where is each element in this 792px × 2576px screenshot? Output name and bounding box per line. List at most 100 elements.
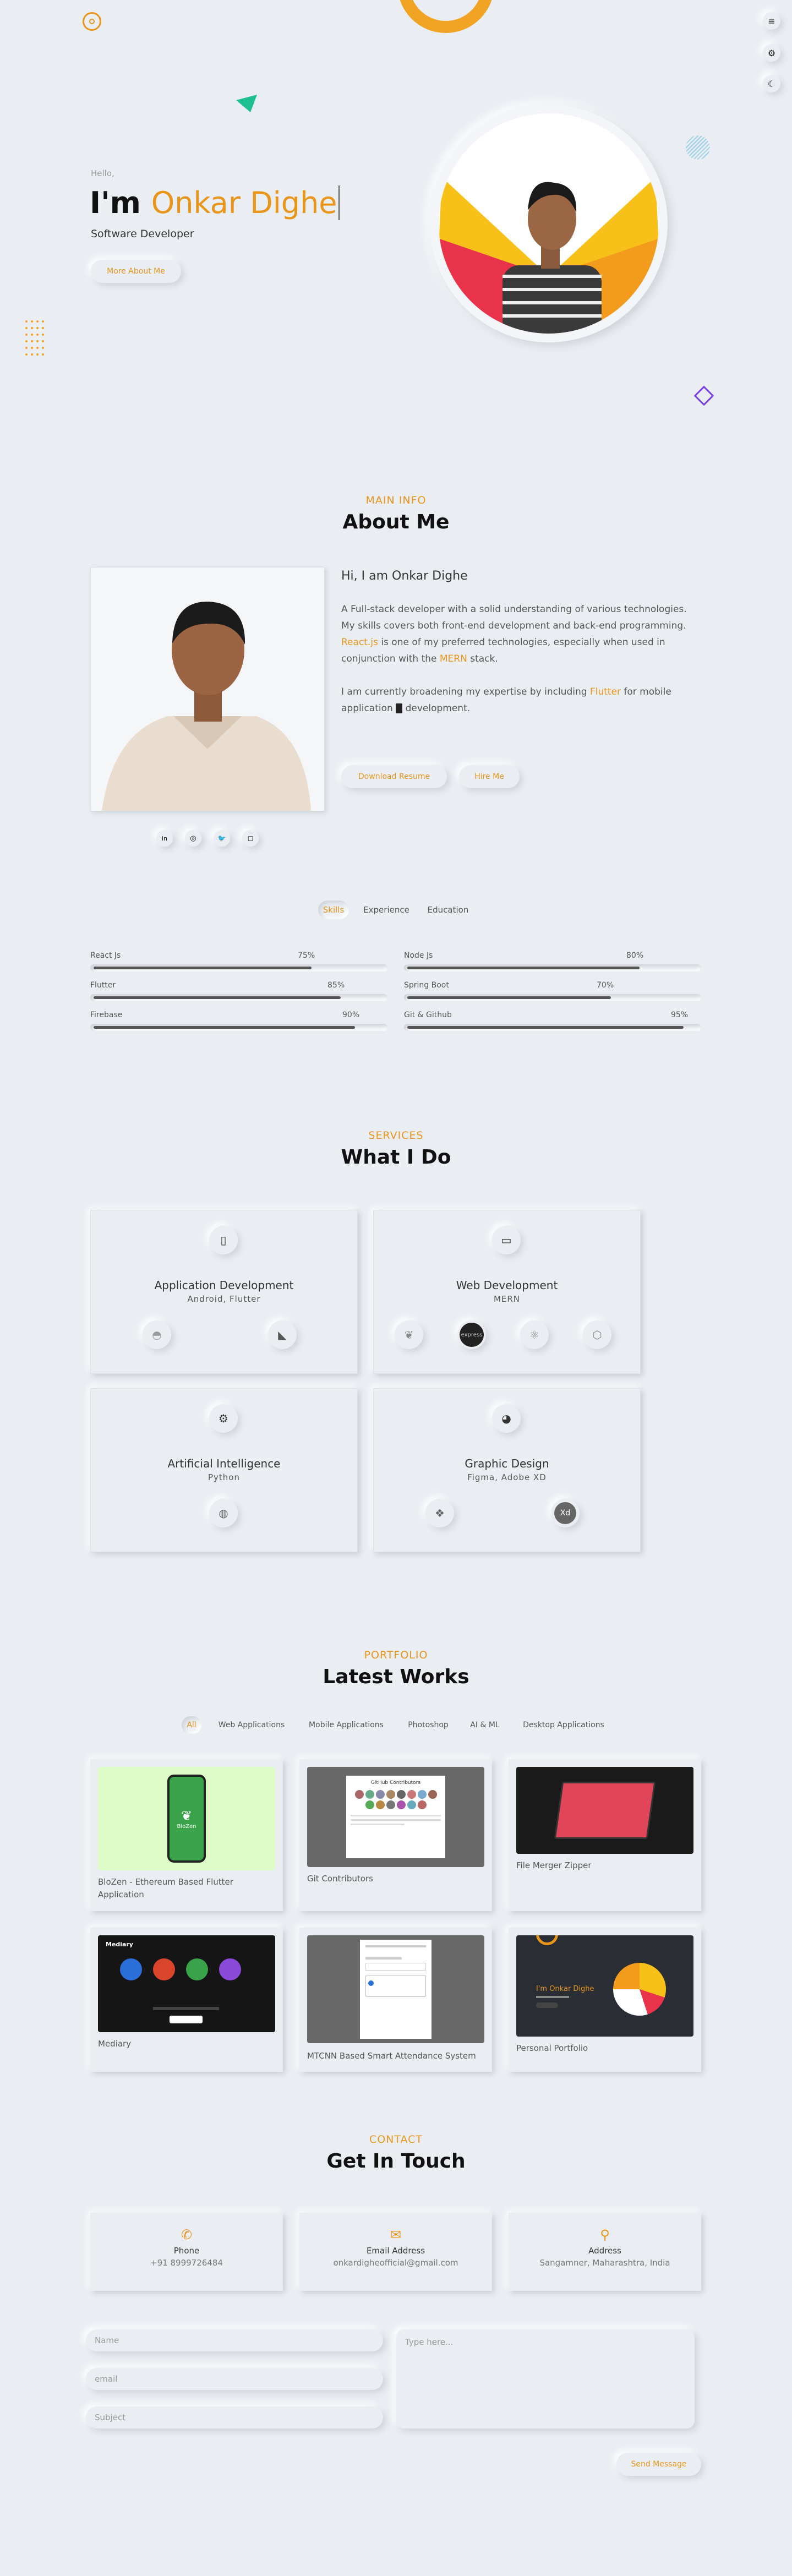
- skill-name: Spring Boot: [404, 981, 449, 990]
- twitter-button[interactable]: 🐦: [214, 830, 230, 847]
- skill-bar-fill: [407, 1026, 684, 1029]
- striped-circle-decoration: [686, 135, 710, 160]
- palette-icon: ◕: [492, 1404, 521, 1433]
- phone-icon: ✆: [181, 2227, 193, 2242]
- service-subtitle: Android, Flutter: [187, 1294, 261, 1304]
- work-card[interactable]: MTCNN Based Smart Attendance System: [299, 1928, 492, 2072]
- service-subtitle: Python: [208, 1472, 240, 1482]
- services-title: What I Do: [341, 1146, 451, 1169]
- skill-name: Node Js: [404, 951, 433, 960]
- tab-education[interactable]: Education: [419, 900, 477, 919]
- about-p4: I am currently broadening my expertise b…: [341, 686, 671, 714]
- work-card[interactable]: ❦ BloZen BloZen - Ethereum Based Flutter …: [90, 1759, 283, 1911]
- email-field[interactable]: email: [86, 2368, 383, 2390]
- portfolio-subtitle: PORTFOLIO: [364, 1649, 428, 1661]
- instagram-button[interactable]: ◻: [242, 830, 259, 847]
- skill-bar: [404, 964, 701, 972]
- services-subtitle: SERVICES: [368, 1129, 424, 1142]
- work-card[interactable]: I'm Onkar Dighe Personal Portfolio: [509, 1928, 701, 2072]
- work-title: MTCNN Based Smart Attendance System: [307, 2051, 476, 2061]
- hero-hello: Hello,: [91, 168, 114, 178]
- location-icon: ⚲: [600, 2227, 610, 2242]
- gear-icon: ⚙: [767, 47, 776, 58]
- service-title: Artificial Intelligence: [167, 1457, 281, 1470]
- skill-bar: [404, 994, 701, 1001]
- menu-button[interactable]: ≡: [763, 12, 780, 30]
- hire-me-button[interactable]: Hire Me: [459, 765, 520, 788]
- work-title: File Merger Zipper: [516, 1860, 592, 1870]
- theme-toggle-button[interactable]: ☾: [763, 75, 780, 92]
- hero-name: Onkar Dighe: [151, 185, 337, 220]
- service-card-web: ▭ Web Development MERN ❦ express ⚛ ⬡: [373, 1210, 641, 1374]
- filter-web[interactable]: Web Applications: [211, 1716, 292, 1734]
- triangle-decoration: [236, 95, 257, 112]
- tab-skills[interactable]: Skills: [318, 900, 349, 919]
- work-title: Personal Portfolio: [516, 2043, 588, 2053]
- top-ring-decoration: [397, 0, 494, 33]
- skill-percent: 75%: [298, 951, 315, 960]
- tab-experience[interactable]: Experience: [358, 900, 415, 919]
- linkedin-button[interactable]: in: [156, 830, 173, 847]
- skill-percent: 95%: [671, 1011, 689, 1019]
- work-card[interactable]: GitHub Contributors Git Contributors: [299, 1759, 492, 1911]
- name-field[interactable]: Name: [86, 2329, 383, 2351]
- logo-ring[interactable]: [83, 12, 101, 31]
- xd-icon: Xd: [551, 1499, 580, 1527]
- work-card[interactable]: File Merger Zipper: [509, 1759, 701, 1911]
- work-thumbnail: ❦ BloZen: [98, 1767, 275, 1870]
- work-thumbnail: [307, 1935, 484, 2043]
- contact-email: ✉ Email Address onkardigheofficial@gmail…: [299, 2213, 492, 2291]
- settings-button[interactable]: ⚙: [763, 44, 780, 62]
- more-about-me-button[interactable]: More About Me: [91, 260, 181, 283]
- skill-name: Git & Github: [404, 1011, 452, 1019]
- subject-field[interactable]: Subject: [86, 2406, 383, 2428]
- github-button[interactable]: ◎: [185, 830, 201, 847]
- mobile-icon: ▯: [209, 1226, 238, 1254]
- service-subtitle: Figma, Adobe XD: [467, 1472, 547, 1482]
- skill-bar-fill: [94, 996, 341, 999]
- work-title: Mediary: [98, 2039, 132, 2049]
- about-subtitle: MAIN INFO: [365, 494, 427, 506]
- send-message-button[interactable]: Send Message: [616, 2453, 701, 2476]
- download-resume-button[interactable]: Download Resume: [341, 765, 447, 788]
- instagram-icon: ◻: [247, 834, 254, 843]
- portfolio-title: Latest Works: [323, 1666, 469, 1688]
- skill-percent: 85%: [327, 981, 345, 990]
- about-title: About Me: [342, 511, 450, 533]
- dots-decoration: [25, 320, 44, 356]
- contact-phone: ✆ Phone +91 8999726484: [90, 2213, 283, 2291]
- phone-glyph-icon: [396, 703, 403, 713]
- work-title: Git Contributors: [307, 1874, 373, 1884]
- work-thumbnail: [516, 1767, 693, 1854]
- skill-bar: [90, 964, 387, 972]
- skill-bar: [90, 1024, 387, 1031]
- work-thumbnail: I'm Onkar Dighe: [516, 1935, 693, 2037]
- linkedin-icon: in: [161, 834, 168, 842]
- menu-icon: ≡: [768, 15, 775, 26]
- service-title: Application Development: [154, 1279, 294, 1292]
- hero-heading: I'm Onkar Dighe: [90, 184, 340, 222]
- filter-mobile[interactable]: Mobile Applications: [301, 1716, 392, 1734]
- work-card[interactable]: Mediary Mediary: [90, 1928, 283, 2072]
- filter-all[interactable]: All: [182, 1716, 201, 1734]
- skill-name: Firebase: [90, 1011, 123, 1019]
- about-bio: A Full-stack developer with a solid unde…: [341, 601, 700, 717]
- message-field[interactable]: Type here...: [396, 2329, 695, 2428]
- service-subtitle: MERN: [493, 1294, 521, 1304]
- service-card-design: ◕ Graphic Design Figma, Adobe XD ❖ Xd: [373, 1388, 641, 1552]
- figma-icon: ❖: [425, 1499, 454, 1527]
- filter-photoshop[interactable]: Photoshop: [401, 1716, 456, 1734]
- about-p2: My skills covers both front-end developm…: [341, 620, 686, 631]
- about-photo: [90, 567, 325, 811]
- github-icon: ◎: [190, 834, 196, 843]
- service-title: Graphic Design: [465, 1457, 549, 1470]
- filter-desktop[interactable]: Desktop Applications: [514, 1716, 613, 1734]
- filter-ai-ml[interactable]: AI & ML: [463, 1716, 506, 1734]
- flutter-icon: ◣: [268, 1320, 297, 1349]
- moon-icon: ☾: [767, 78, 776, 89]
- about-p3: React.js is one of my preferred technolo…: [341, 637, 665, 664]
- twitter-icon: 🐦: [217, 834, 226, 842]
- contact-title: Get In Touch: [326, 2150, 466, 2173]
- contact-subtitle: CONTACT: [369, 2133, 423, 2146]
- skill-name: Flutter: [90, 981, 116, 990]
